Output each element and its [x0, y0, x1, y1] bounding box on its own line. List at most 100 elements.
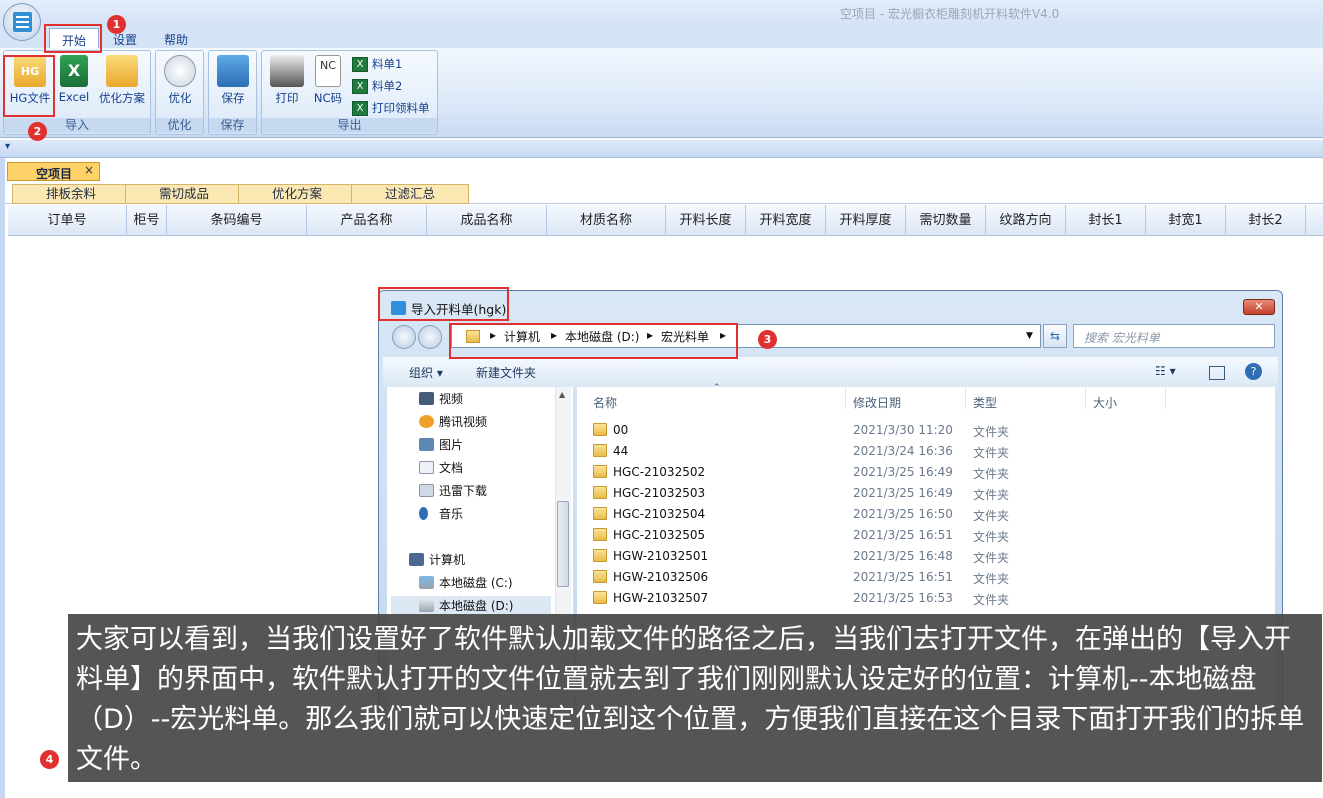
table-row[interactable]: 44 2021/3/24 16:36 文件夹: [577, 441, 1275, 462]
col-grain-direction[interactable]: 纹路方向: [986, 205, 1066, 236]
nc-code-button[interactable]: NC NC码: [310, 55, 346, 106]
header-separator: [965, 387, 966, 409]
nav-item-documents[interactable]: 文档: [419, 458, 463, 478]
nav-item-computer[interactable]: 计算机: [409, 550, 465, 570]
excel-small-icon: X: [352, 79, 368, 94]
save-button[interactable]: 保存: [213, 55, 253, 106]
col-finished-name[interactable]: 成品名称: [427, 205, 547, 236]
highlight-breadcrumb: [449, 323, 738, 359]
view-options-icon[interactable]: ☷ ▾: [1155, 364, 1176, 378]
folder-icon: [593, 528, 607, 541]
help-icon[interactable]: ?: [1245, 363, 1262, 380]
material-list-2-label: 料单2: [372, 79, 403, 93]
group-optimize-label: 优化: [156, 118, 203, 133]
material-list-1-button[interactable]: X 料单1: [352, 55, 402, 75]
app-logo-icon: [13, 12, 32, 32]
header-size[interactable]: 大小: [1093, 394, 1117, 411]
header-separator: [1165, 387, 1166, 409]
back-arrow-icon[interactable]: [392, 325, 416, 349]
subtab-optimize-plan[interactable]: 优化方案: [238, 184, 356, 204]
music-icon: [419, 507, 428, 520]
print-button[interactable]: 打印: [266, 55, 308, 106]
sub-tab-bar: 排板余料 需切成品 优化方案 过滤汇总: [5, 184, 1323, 204]
col-product-name[interactable]: 产品名称: [307, 205, 427, 236]
folder-icon: [593, 465, 607, 478]
left-edge: [0, 158, 5, 798]
excel-button[interactable]: X Excel: [54, 55, 94, 104]
printer-icon: [270, 55, 304, 87]
table-row[interactable]: HGC-21032502 2021/3/25 16:49 文件夹: [577, 462, 1275, 483]
optimize-plan-label: 优化方案: [99, 91, 145, 105]
document-tab-close-icon[interactable]: ×: [84, 163, 94, 177]
excel-label: Excel: [58, 90, 90, 104]
col-edge-width-1[interactable]: 封宽1: [1146, 205, 1226, 236]
header-type[interactable]: 类型: [973, 394, 997, 411]
folder-icon: [593, 591, 607, 604]
col-edge-length-2[interactable]: 封长2: [1226, 205, 1306, 236]
col-quantity[interactable]: 需切数量: [906, 205, 986, 236]
app-menu-button[interactable]: [3, 3, 41, 41]
subtab-cut-products[interactable]: 需切成品: [125, 184, 243, 204]
nav-item-thunder-download[interactable]: 迅雷下载: [419, 481, 487, 501]
excel-small-icon: X: [352, 57, 368, 72]
quick-access-dropdown-icon[interactable]: ▾: [5, 141, 10, 152]
material-list-2-button[interactable]: X 料单2: [352, 77, 402, 97]
group-save: 保存 保存: [208, 50, 257, 135]
nav-item-drive-c[interactable]: 本地磁盘 (C:): [419, 573, 513, 593]
table-row[interactable]: HGW-21032507 2021/3/25 16:53 文件夹: [577, 588, 1275, 609]
floppy-disk-icon: [217, 55, 249, 87]
col-cut-length[interactable]: 开料长度: [666, 205, 746, 236]
col-barcode[interactable]: 条码编号: [167, 205, 307, 236]
nav-item-pictures[interactable]: 图片: [419, 435, 463, 455]
table-row[interactable]: HGW-21032501 2021/3/25 16:48 文件夹: [577, 546, 1275, 567]
table-row[interactable]: HGC-21032504 2021/3/25 16:50 文件夹: [577, 504, 1275, 525]
nav-item-tencent-video[interactable]: 腾讯视频: [419, 412, 487, 432]
header-modified[interactable]: 修改日期: [853, 394, 901, 411]
refresh-icon[interactable]: ⇆: [1043, 324, 1067, 348]
tab-help[interactable]: 帮助: [152, 28, 200, 48]
table-row[interactable]: HGW-21032506 2021/3/25 16:51 文件夹: [577, 567, 1275, 588]
dialog-close-button[interactable]: ✕: [1243, 299, 1275, 315]
marker-3: 3: [758, 330, 777, 349]
tab-settings[interactable]: 设置: [101, 28, 149, 48]
scroll-up-icon[interactable]: ▲: [559, 390, 565, 399]
scrollbar-thumb[interactable]: [557, 501, 569, 587]
col-edge-length-1[interactable]: 封长1: [1066, 205, 1146, 236]
group-save-label: 保存: [209, 118, 256, 133]
table-row[interactable]: 00 2021/3/30 11:20 文件夹: [577, 420, 1275, 441]
folder-icon: [593, 507, 607, 520]
sort-ascending-icon: ⌃: [713, 383, 721, 393]
col-order-no[interactable]: 订单号: [8, 205, 127, 236]
drive-d-icon: [419, 599, 434, 612]
subtab-filter-summary[interactable]: 过滤汇总: [351, 184, 469, 204]
nav-item-drive-d[interactable]: 本地磁盘 (D:): [391, 596, 551, 616]
table-row[interactable]: HGC-21032503 2021/3/25 16:49 文件夹: [577, 483, 1275, 504]
address-dropdown-icon[interactable]: ▼: [1026, 331, 1033, 341]
print-picking-list-button[interactable]: X 打印领料单: [352, 99, 430, 119]
col-material-name[interactable]: 材质名称: [547, 205, 666, 236]
optimize-plan-button[interactable]: 优化方案: [96, 55, 148, 106]
quick-access-bar: ▾: [0, 140, 1323, 158]
table-row[interactable]: HGC-21032505 2021/3/25 16:51 文件夹: [577, 525, 1275, 546]
optimize-button[interactable]: 优化: [160, 55, 200, 106]
folder-clock-icon: [106, 55, 138, 87]
col-cut-thickness[interactable]: 开料厚度: [826, 205, 906, 236]
optimize-label: 优化: [168, 91, 192, 105]
nav-item-music[interactable]: 音乐: [419, 504, 463, 524]
col-cabinet-no[interactable]: 柜号: [127, 205, 167, 236]
preview-pane-icon[interactable]: [1209, 366, 1225, 380]
search-input[interactable]: 搜索 宏光料单: [1073, 324, 1275, 348]
new-folder-button[interactable]: 新建文件夹: [476, 364, 536, 381]
document-icon: [419, 461, 434, 474]
col-cut-width[interactable]: 开料宽度: [746, 205, 826, 236]
subtab-remnant[interactable]: 排板余料: [12, 184, 130, 204]
nav-item-videos[interactable]: 视频: [419, 389, 463, 409]
download-icon: [419, 484, 434, 497]
dialog-toolbar: 组织 ▾ 新建文件夹 ☷ ▾ ?: [383, 357, 1278, 387]
highlight-hg-file: [3, 55, 55, 117]
print-label: 打印: [275, 91, 299, 105]
group-optimize: 优化 优化: [155, 50, 204, 135]
forward-arrow-icon[interactable]: [418, 325, 442, 349]
header-name[interactable]: 名称: [593, 394, 617, 411]
organize-menu[interactable]: 组织 ▾: [409, 364, 443, 381]
